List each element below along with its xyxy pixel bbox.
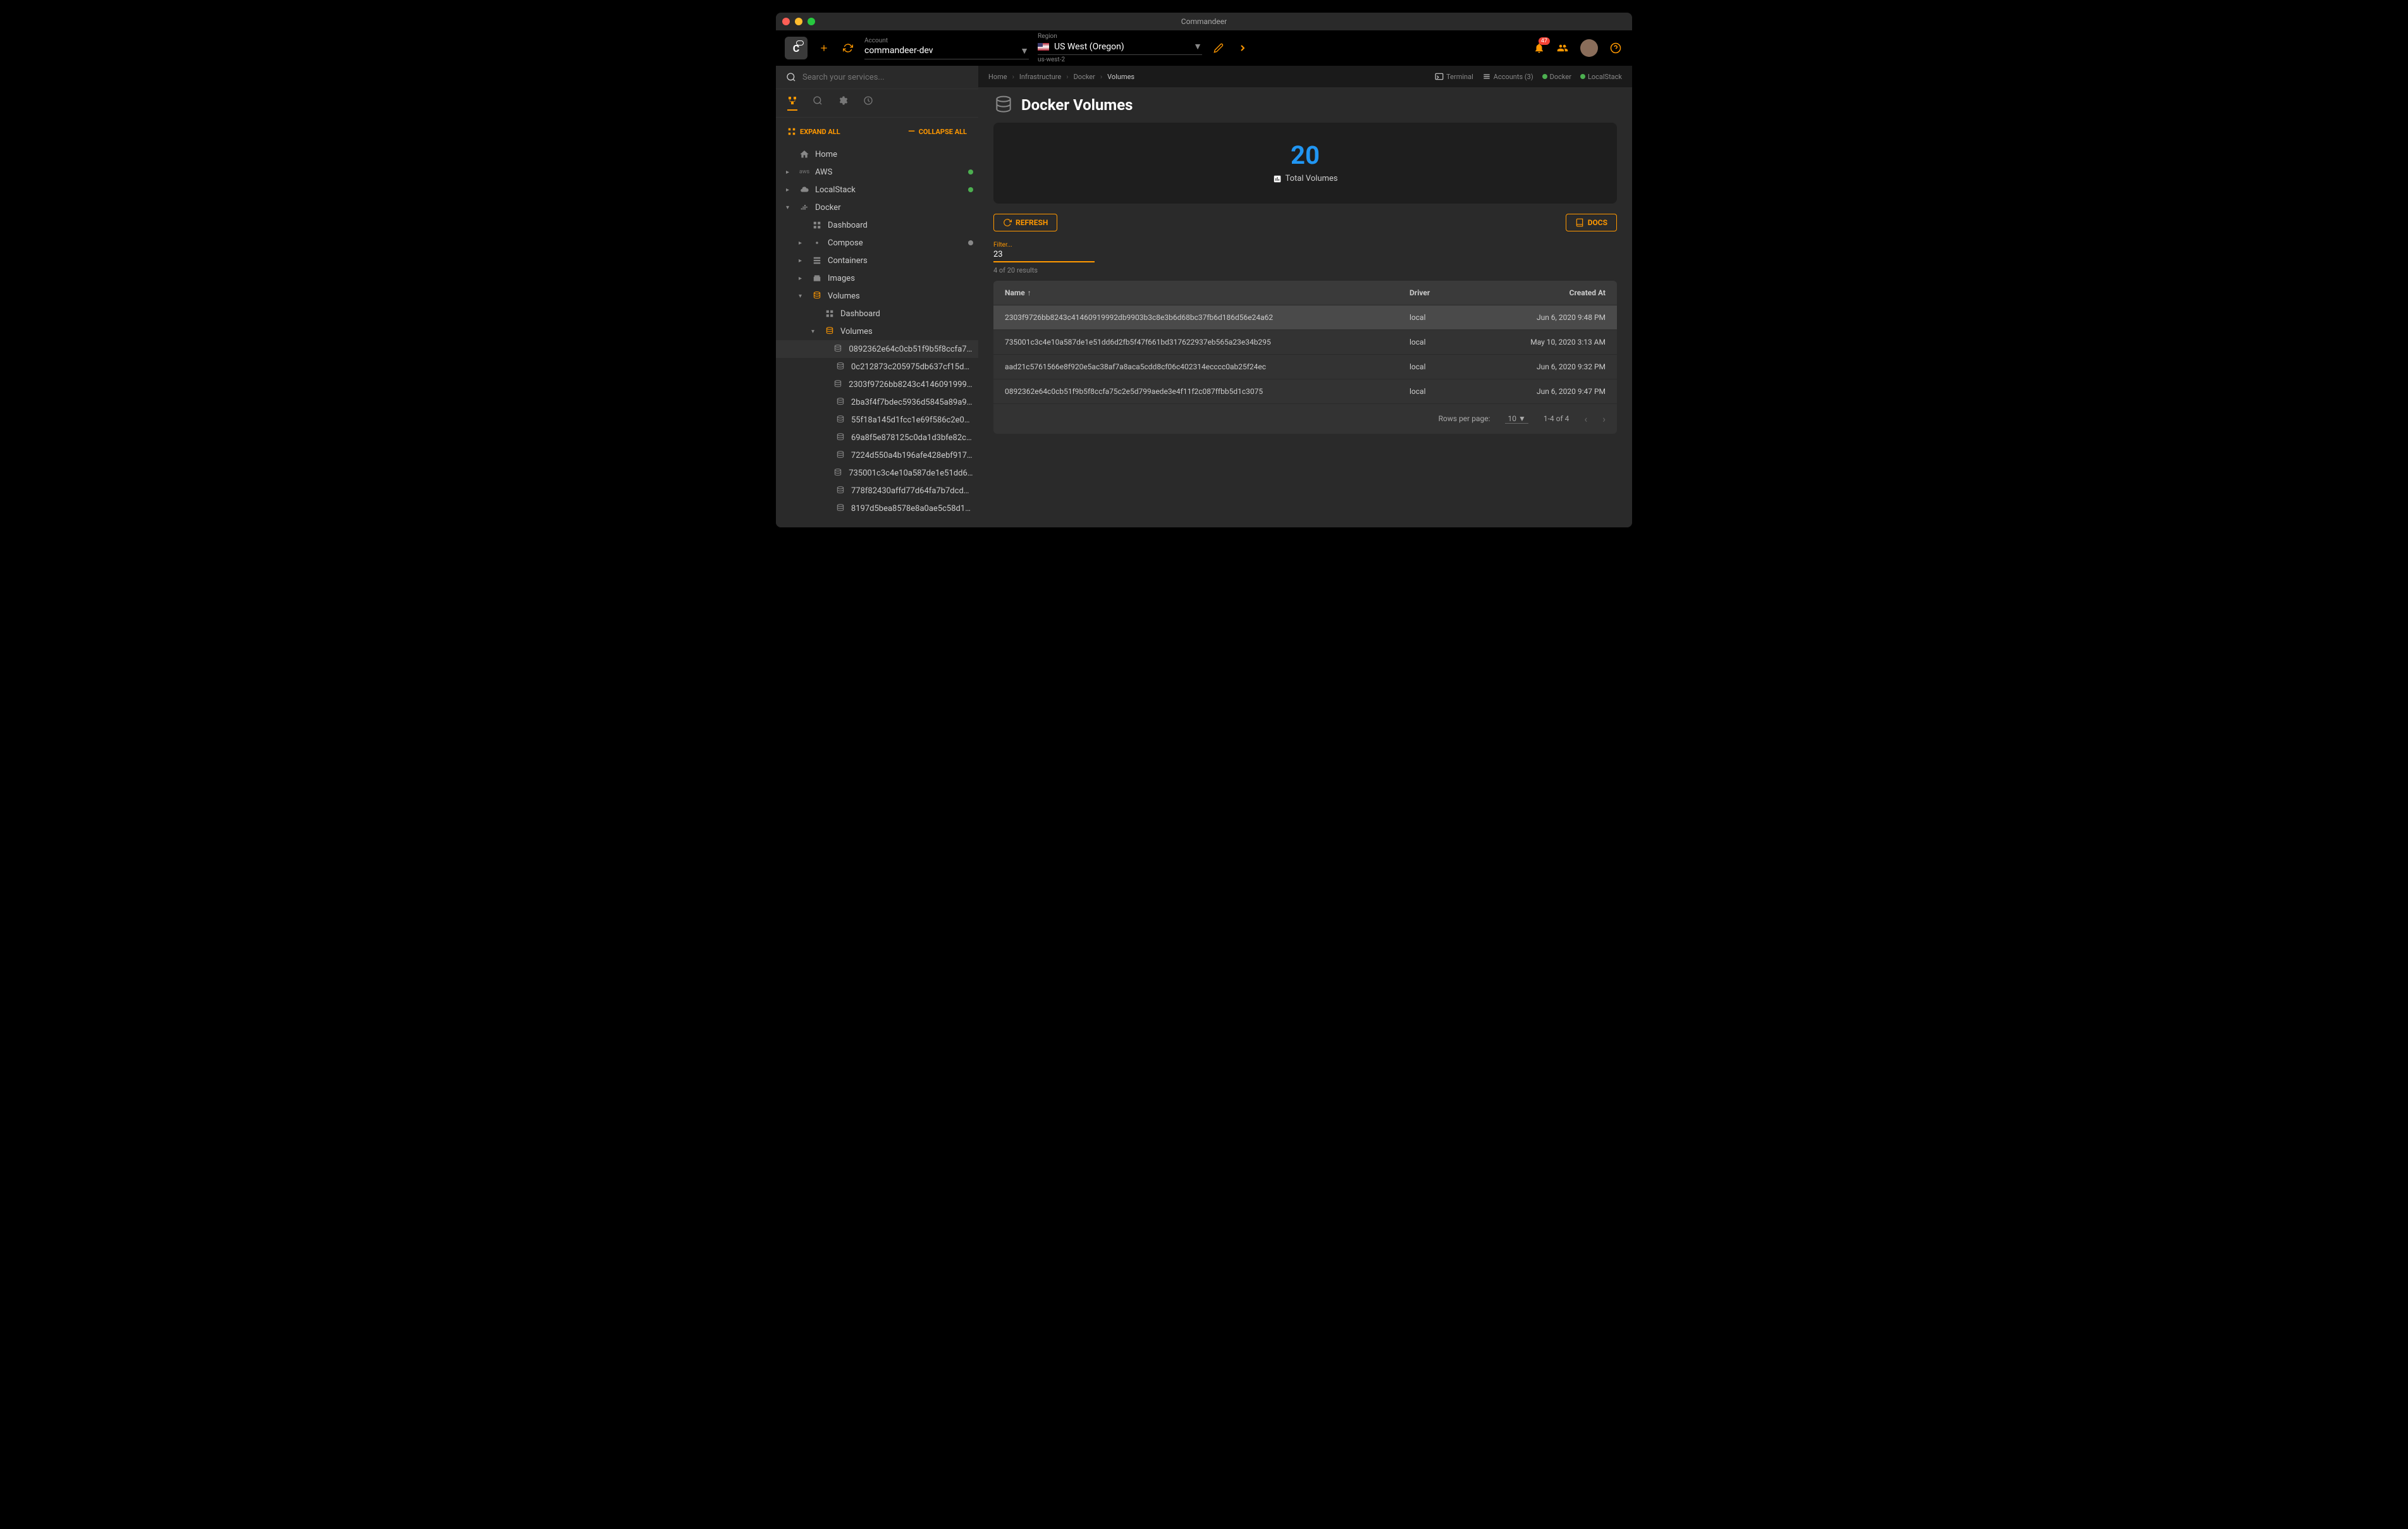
- region-value: US West (Oregon): [1054, 42, 1124, 52]
- tree-item[interactable]: 55f18a145d1fcc1e69f586c2e0e56d13383a5: [776, 411, 978, 429]
- next-page-button[interactable]: ›: [1602, 413, 1606, 425]
- table-row[interactable]: 0892362e64c0cb51f9b5f8ccfa75c2e5d799aede…: [993, 379, 1617, 404]
- accounts-link[interactable]: Accounts (3): [1482, 72, 1533, 81]
- localstack-status[interactable]: LocalStack: [1580, 73, 1622, 81]
- tab-history-icon[interactable]: [863, 95, 873, 111]
- rows-per-page-select[interactable]: 10 ▼: [1505, 414, 1528, 424]
- region-label: Region: [1038, 33, 1202, 40]
- us-flag-icon: [1038, 43, 1049, 51]
- table-row[interactable]: aad21c5761566e8f920e5ac38af7a8aca5cdd8cf…: [993, 355, 1617, 379]
- tree-item[interactable]: 2ba3f4f7bdec5936d5845a89a9b54653562bf: [776, 393, 978, 411]
- filter-label: Filter...: [993, 242, 1617, 249]
- table-row[interactable]: 735001c3c4e10a587de1e51dd6d2fb5f47f661bd…: [993, 330, 1617, 355]
- app-logo[interactable]: C: [785, 37, 808, 59]
- window-minimize-button[interactable]: [795, 18, 802, 25]
- region-selector[interactable]: Region US West (Oregon) ▼ us-west-2: [1038, 33, 1202, 63]
- add-button[interactable]: [816, 40, 832, 56]
- prev-page-button[interactable]: ‹: [1584, 413, 1587, 425]
- page-title: Docker Volumes: [1021, 96, 1133, 114]
- refresh-volumes-button[interactable]: REFRESH: [993, 214, 1057, 231]
- total-volumes-value: 20: [1011, 140, 1599, 170]
- notifications-button[interactable]: 47: [1533, 42, 1545, 54]
- tab-tree-icon[interactable]: [787, 95, 797, 111]
- terminal-link[interactable]: Terminal: [1435, 72, 1473, 81]
- tree-item[interactable]: 735001c3c4e10a587de1e51dd6d2fb5f47f661bd…: [776, 464, 978, 482]
- chart-icon: [1273, 175, 1282, 183]
- column-created[interactable]: Created At: [1498, 288, 1606, 297]
- tree-item[interactable]: Dashboard: [776, 305, 978, 322]
- account-label: Account: [864, 37, 1029, 44]
- notification-badge: 47: [1539, 37, 1550, 45]
- filter-input[interactable]: [993, 250, 1098, 259]
- tree-item[interactable]: 2303f9726bb8243c41460919992db9903b3c8e3b…: [776, 376, 978, 393]
- tree-item[interactable]: ▸ Compose: [776, 234, 978, 252]
- tree-item[interactable]: Dashboard: [776, 216, 978, 234]
- window-maximize-button[interactable]: [808, 18, 815, 25]
- column-driver[interactable]: Driver: [1410, 288, 1498, 297]
- titlebar: Commandeer: [776, 13, 1632, 30]
- refresh-button[interactable]: [840, 40, 856, 56]
- tab-search-icon[interactable]: [813, 95, 823, 111]
- tree-item[interactable]: ▸ aws AWS: [776, 163, 978, 181]
- sidebar: EXPAND ALL — COLLAPSE ALL Home ▸ aws AWS…: [776, 66, 978, 527]
- tree-item[interactable]: ▸ Images: [776, 269, 978, 287]
- page-info: 1-4 of 4: [1544, 414, 1570, 423]
- expand-all-button[interactable]: EXPAND ALL: [787, 126, 840, 137]
- rows-per-page-label: Rows per page:: [1439, 414, 1490, 423]
- help-button[interactable]: [1608, 40, 1623, 56]
- results-count: 4 of 20 results: [993, 266, 1617, 274]
- tree-item[interactable]: ▾ Volumes: [776, 322, 978, 340]
- tree-item[interactable]: ▾ Docker: [776, 199, 978, 216]
- tree-item[interactable]: ▸ Containers: [776, 252, 978, 269]
- tab-settings-icon[interactable]: [838, 95, 848, 111]
- window-close-button[interactable]: [782, 18, 790, 25]
- column-name[interactable]: Name ↑: [1005, 288, 1410, 297]
- tree-item[interactable]: 0892362e64c0cb51f9b5f8ccfa75c2e5d799aede…: [776, 340, 978, 358]
- tree-item[interactable]: 7224d550a4b196afe428ebf917bd395a9e0f3: [776, 446, 978, 464]
- region-code: us-west-2: [1038, 56, 1202, 63]
- window-title: Commandeer: [1181, 17, 1227, 26]
- tree-item[interactable]: 778f82430affd77d64fa7b7dcd4955c442131: [776, 482, 978, 500]
- invite-button[interactable]: [1555, 40, 1570, 56]
- user-avatar[interactable]: [1580, 39, 1598, 57]
- docker-status[interactable]: Docker: [1542, 73, 1571, 81]
- breadcrumb-bar: Home› Infrastructure› Docker› Volumes Te…: [978, 66, 1632, 87]
- tree-item[interactable]: ▾ Volumes: [776, 287, 978, 305]
- breadcrumb-item[interactable]: Home: [988, 73, 1007, 81]
- tree-item[interactable]: Home: [776, 145, 978, 163]
- table-row[interactable]: 2303f9726bb8243c41460919992db9903b3c8e3b…: [993, 305, 1617, 330]
- tree-item[interactable]: 8197d5bea8578e8a0ae5c58d1ea0903cd779: [776, 500, 978, 517]
- search-input[interactable]: [802, 73, 968, 82]
- tree-item[interactable]: 69a8f5e878125c0da1d3bfe82ce587ac14f8d: [776, 429, 978, 446]
- account-value: commandeer-dev: [864, 46, 933, 56]
- total-volumes-label: Total Volumes: [1286, 174, 1338, 183]
- collapse-all-button[interactable]: — COLLAPSE ALL: [908, 126, 967, 137]
- search-icon: [786, 72, 796, 82]
- edit-button[interactable]: [1211, 40, 1226, 56]
- topbar: C Account commandeer-dev ▼ Region US Wes…: [776, 30, 1632, 66]
- breadcrumb-item[interactable]: Infrastructure: [1019, 73, 1061, 81]
- tree-item[interactable]: ▸ LocalStack: [776, 181, 978, 199]
- forward-button[interactable]: [1235, 40, 1250, 56]
- account-selector[interactable]: Account commandeer-dev ▼: [864, 37, 1029, 59]
- volumes-icon: [993, 95, 1014, 115]
- volumes-table: Name ↑ Driver Created At 2303f9726bb8243…: [993, 281, 1617, 434]
- docs-button[interactable]: DOCS: [1566, 214, 1617, 231]
- stats-card: 20 Total Volumes: [993, 123, 1617, 204]
- breadcrumb-item: Volumes: [1107, 73, 1134, 81]
- sort-asc-icon: ↑: [1028, 288, 1031, 297]
- breadcrumb-item[interactable]: Docker: [1074, 73, 1095, 81]
- tree-item[interactable]: 0c212873c205975db637cf15d05ef0bd6ff82: [776, 358, 978, 376]
